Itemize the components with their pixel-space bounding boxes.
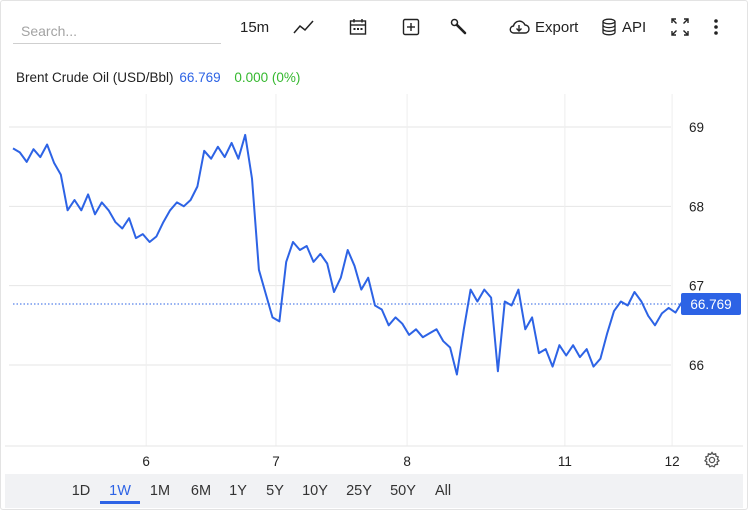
y-tick-label: 69 [689,120,704,135]
x-tick-label: 7 [272,454,280,469]
gear-icon [703,451,721,473]
range-button-6m[interactable]: 6M [185,474,217,508]
range-button-1y[interactable]: 1Y [225,474,251,508]
range-selector: 1D 1W 1M 6M 1Y 5Y 10Y 25Y 50Y All [5,474,743,508]
chart-widget: 15m Export [0,0,748,510]
range-button-25y[interactable]: 25Y [341,474,377,508]
y-tick-label: 67 [689,279,704,294]
x-tick-label: 8 [403,454,411,469]
chart-settings-button[interactable] [703,451,721,474]
range-button-1w[interactable]: 1W [100,474,140,508]
range-button-10y[interactable]: 10Y [298,474,332,508]
y-tick-label: 68 [689,199,704,214]
y-tick-label: 66 [689,358,704,373]
range-button-1m[interactable]: 1M [144,474,176,508]
range-button-5y[interactable]: 5Y [260,474,290,508]
x-tick-label: 12 [665,454,680,469]
x-tick-label: 11 [558,454,572,469]
series-line [12,133,697,376]
range-button-all[interactable]: All [430,474,456,508]
range-button-50y[interactable]: 50Y [386,474,420,508]
last-value-label: 66.769 [690,297,731,312]
price-chart[interactable]: 666768696 7 8 11 1266.769 [1,1,747,471]
range-button-1d[interactable]: 1D [68,474,94,508]
x-tick-label: 6 [142,454,150,469]
